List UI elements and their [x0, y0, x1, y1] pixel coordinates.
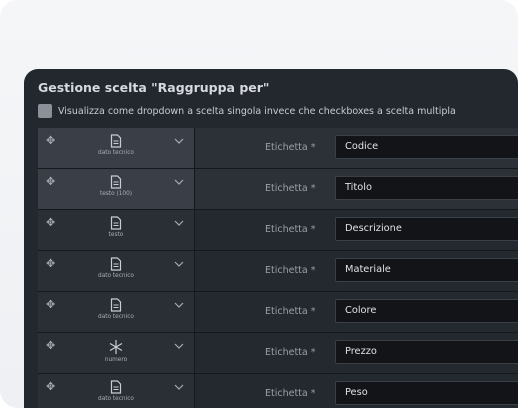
- type-label: dato tecnico: [98, 150, 134, 156]
- type-selector[interactable]: dato tecnico: [86, 298, 146, 320]
- table-row: ✥ testo (100) Etichetta * Titolo: [38, 169, 518, 210]
- table-row: ✥ dato tecnico Etichetta * Codice: [38, 128, 518, 169]
- document-icon: [110, 380, 122, 394]
- type-selector[interactable]: testo (100): [86, 175, 146, 197]
- dropdown-checkbox[interactable]: [38, 104, 52, 118]
- fields-table: ✥ dato tecnico Etichetta * Codice ✥ test…: [38, 128, 518, 408]
- row-label-cell: Etichetta * Prezzo: [195, 333, 518, 373]
- table-row: ✥ dato tecnico Etichetta * Colore: [38, 292, 518, 333]
- label-input[interactable]: Prezzo: [335, 340, 518, 364]
- row-label-cell: Etichetta * Materiale: [195, 251, 518, 291]
- label-input[interactable]: Codice: [335, 135, 518, 159]
- grouping-settings-panel: Gestione scelta "Raggruppa per" Visualiz…: [24, 69, 518, 408]
- chevron-down-icon[interactable]: [174, 342, 184, 350]
- document-icon: [110, 257, 122, 271]
- chevron-down-icon[interactable]: [174, 383, 184, 391]
- document-icon: [110, 134, 122, 148]
- type-label: testo: [108, 232, 124, 238]
- type-selector[interactable]: testo: [86, 216, 146, 238]
- label-input[interactable]: Peso: [335, 381, 518, 405]
- label-input[interactable]: Titolo: [335, 176, 518, 200]
- type-selector[interactable]: numero: [86, 339, 146, 363]
- type-label: dato tecnico: [98, 273, 134, 279]
- chevron-down-icon[interactable]: [174, 301, 184, 309]
- row-label-cell: Etichetta * Codice: [195, 128, 518, 168]
- document-icon: [110, 175, 122, 189]
- row-type-cell: ✥ numero: [38, 333, 195, 373]
- field-label: Etichetta *: [265, 347, 316, 358]
- type-selector[interactable]: dato tecnico: [86, 134, 146, 156]
- chevron-down-icon[interactable]: [174, 219, 184, 227]
- drag-handle-icon[interactable]: ✥: [46, 176, 56, 187]
- drag-handle-icon[interactable]: ✥: [46, 340, 56, 351]
- row-type-cell: ✥ testo (100): [38, 169, 195, 209]
- field-label: Etichetta *: [265, 388, 316, 399]
- dropdown-option-row: Visualizza come dropdown a scelta singol…: [38, 103, 456, 119]
- field-label: Etichetta *: [265, 306, 316, 317]
- field-label: Etichetta *: [265, 265, 316, 276]
- drag-handle-icon[interactable]: ✥: [46, 217, 56, 228]
- chevron-down-icon[interactable]: [174, 178, 184, 186]
- row-type-cell: ✥ dato tecnico: [38, 128, 195, 168]
- drag-handle-icon[interactable]: ✥: [46, 381, 56, 392]
- asterisk-icon: [109, 340, 123, 354]
- table-row: ✥ dato tecnico Etichetta * Peso: [38, 374, 518, 408]
- row-label-cell: Etichetta * Descrizione: [195, 210, 518, 250]
- document-icon: [110, 216, 122, 230]
- table-row: ✥ dato tecnico Etichetta * Materiale: [38, 251, 518, 292]
- type-label: testo (100): [99, 191, 133, 197]
- drag-handle-icon[interactable]: ✥: [46, 299, 56, 310]
- label-input[interactable]: Descrizione: [335, 217, 518, 241]
- chevron-down-icon[interactable]: [174, 137, 184, 145]
- row-type-cell: ✥ dato tecnico: [38, 251, 195, 291]
- label-input[interactable]: Colore: [335, 299, 518, 323]
- row-type-cell: ✥ dato tecnico: [38, 292, 195, 332]
- window-frame: Gestione scelta "Raggruppa per" Visualiz…: [0, 0, 518, 408]
- chevron-down-icon[interactable]: [174, 260, 184, 268]
- field-label: Etichetta *: [265, 142, 316, 153]
- row-label-cell: Etichetta * Peso: [195, 374, 518, 408]
- row-label-cell: Etichetta * Titolo: [195, 169, 518, 209]
- type-label: dato tecnico: [98, 396, 134, 402]
- type-label: dato tecnico: [98, 314, 134, 320]
- document-icon: [110, 298, 122, 312]
- field-label: Etichetta *: [265, 183, 316, 194]
- drag-handle-icon[interactable]: ✥: [46, 135, 56, 146]
- label-input[interactable]: Materiale: [335, 258, 518, 282]
- drag-handle-icon[interactable]: ✥: [46, 258, 56, 269]
- panel-title: Gestione scelta "Raggruppa per": [38, 80, 270, 95]
- type-selector[interactable]: dato tecnico: [86, 380, 146, 402]
- row-type-cell: ✥ testo: [38, 210, 195, 250]
- row-label-cell: Etichetta * Colore: [195, 292, 518, 332]
- type-label: numero: [104, 357, 128, 363]
- dropdown-checkbox-label[interactable]: Visualizza come dropdown a scelta singol…: [58, 106, 456, 117]
- type-selector[interactable]: dato tecnico: [86, 257, 146, 279]
- row-type-cell: ✥ dato tecnico: [38, 374, 195, 408]
- table-row: ✥ numero Etichetta * Prezzo: [38, 333, 518, 374]
- field-label: Etichetta *: [265, 224, 316, 235]
- table-row: ✥ testo Etichetta * Descrizione: [38, 210, 518, 251]
